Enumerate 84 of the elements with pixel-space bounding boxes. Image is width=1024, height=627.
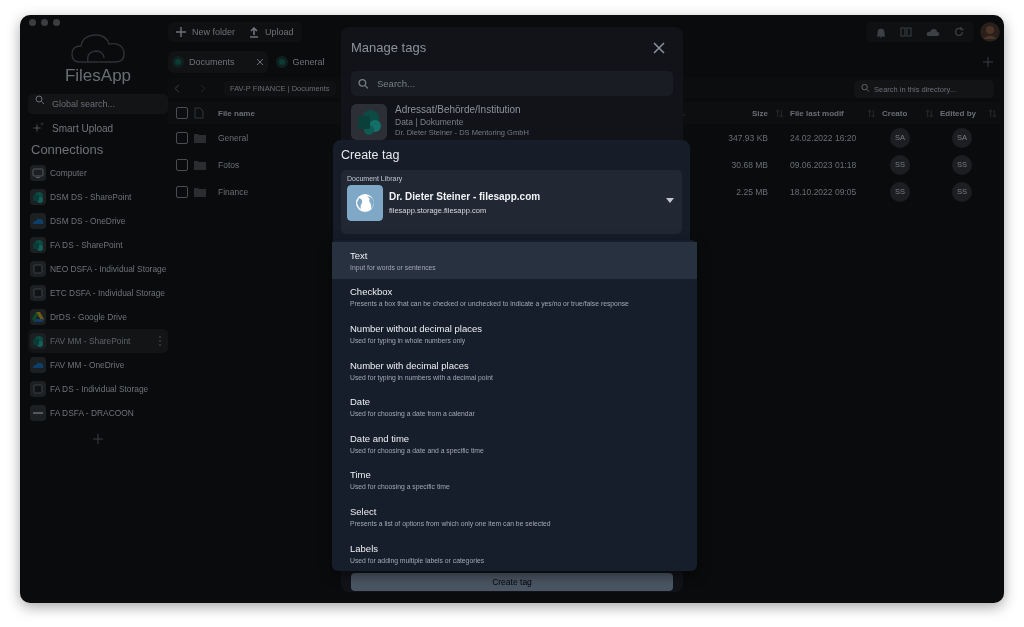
column-header[interactable]: Creato: [882, 108, 918, 118]
connection-item[interactable]: DrDS - Google Drive: [28, 305, 168, 329]
modified-cell-text: 18.10.2022 09:05: [790, 186, 858, 197]
smart-upload-link[interactable]: Smart Upload: [52, 122, 114, 134]
connection-item[interactable]: Computer: [28, 161, 168, 185]
refresh-icon[interactable]: [954, 27, 964, 37]
column-header[interactable]: File last modif: [790, 108, 860, 118]
tab[interactable]: Documents: [168, 51, 268, 73]
file-icon: [194, 107, 204, 119]
size-cell-text: 347.93 KB: [727, 132, 768, 143]
upload-button[interactable]: Upload: [247, 26, 296, 38]
row-checkbox[interactable]: [176, 158, 188, 171]
globe-icon: [347, 185, 383, 221]
user-avatar[interactable]: [980, 22, 1000, 42]
global-search-field[interactable]: Global search...: [28, 94, 168, 114]
forward-icon[interactable]: [200, 83, 206, 93]
sort-icon[interactable]: [866, 108, 876, 118]
add-connection-icon[interactable]: [92, 433, 104, 445]
connection-item[interactable]: FA DS - Individual Storage: [28, 377, 168, 401]
column-header[interactable]: Size: [718, 108, 768, 118]
folder-icon: [194, 132, 206, 143]
app-logo-text: FilesApp: [64, 66, 132, 86]
size-cell-text: 30.68 MB: [730, 159, 768, 170]
close-icon[interactable]: [255, 58, 264, 66]
tag-search-field[interactable]: Search...: [351, 71, 673, 96]
connection-icon: [30, 333, 46, 349]
column-header[interactable]: Edited by: [940, 108, 984, 118]
connection-icon: [30, 405, 46, 421]
sharepoint-icon: [172, 56, 184, 68]
connection-icon: [30, 381, 46, 397]
connection-icon: [30, 165, 46, 181]
sparkle-icon: [32, 122, 44, 134]
caret-icon: [666, 198, 674, 203]
folder-icon: [194, 159, 206, 170]
search-icon: [358, 78, 369, 89]
columns-icon[interactable]: [900, 27, 912, 37]
connection-icon: [30, 261, 46, 277]
minimize-dot[interactable]: [41, 19, 48, 26]
row-checkbox[interactable]: [176, 185, 188, 198]
tab[interactable]: General: [271, 51, 329, 73]
connection-item[interactable]: FAV MM - SharePoint: [28, 329, 168, 353]
sort-icon[interactable]: [924, 108, 934, 118]
upload-icon: [249, 26, 260, 38]
connection-item[interactable]: FA DSFA - DRACOON: [28, 401, 168, 425]
add-tab-icon[interactable]: [982, 56, 994, 68]
modified-cell-text: 24.02.2022 16:20: [790, 132, 858, 143]
dialog-title: Manage tags: [351, 40, 427, 55]
connection-icon: [30, 309, 46, 325]
connection-item[interactable]: DSM DS - OneDrive: [28, 209, 168, 233]
plus-icon: [176, 27, 186, 37]
search-icon: [861, 83, 870, 93]
cloud-icon[interactable]: [926, 27, 940, 37]
size-cell-text: 2.25 MB: [735, 186, 768, 197]
sharepoint-icon: [275, 56, 288, 68]
tag-source: Data | Dokumente: [395, 117, 465, 127]
cloud-logo-icon: [70, 32, 126, 64]
connections-heading: Connections: [31, 142, 105, 157]
connection-icon: [30, 189, 46, 205]
back-icon[interactable]: [174, 83, 180, 93]
maximize-dot[interactable]: [53, 19, 60, 26]
connection-item[interactable]: FA DS - SharePoint: [28, 233, 168, 257]
connection-item[interactable]: DSM DS - SharePoint: [28, 185, 168, 209]
bell-icon[interactable]: [876, 26, 886, 38]
connection-item[interactable]: NEO DSFA - Individual Storage: [28, 257, 168, 281]
connection-item[interactable]: FAV MM - OneDrive: [28, 353, 168, 377]
dialog-title: Create tag: [341, 148, 401, 162]
library-icon: [351, 104, 387, 140]
close-dot[interactable]: [29, 19, 36, 26]
create-tag-button[interactable]: Create tag: [351, 573, 673, 591]
connection-icon: [30, 285, 46, 301]
connection-icon: [30, 357, 46, 373]
connection-icon: [30, 237, 46, 253]
new-folder-button[interactable]: New folder: [174, 27, 238, 37]
connection-icon: [30, 213, 46, 229]
modified-cell-text: 09.06.2023 01:18: [790, 159, 858, 170]
row-checkbox[interactable]: [176, 131, 188, 144]
connection-item[interactable]: ETC DSFA - Individual Storage: [28, 281, 168, 305]
folder-icon: [194, 186, 206, 197]
tag-name[interactable]: Adressat/Behörde/Institution: [395, 104, 529, 116]
close-button[interactable]: [653, 41, 665, 54]
search-icon: [35, 95, 45, 105]
sort-icon[interactable]: [987, 108, 997, 118]
select-all-checkbox[interactable]: [176, 107, 188, 119]
sort-icon[interactable]: [774, 108, 784, 118]
